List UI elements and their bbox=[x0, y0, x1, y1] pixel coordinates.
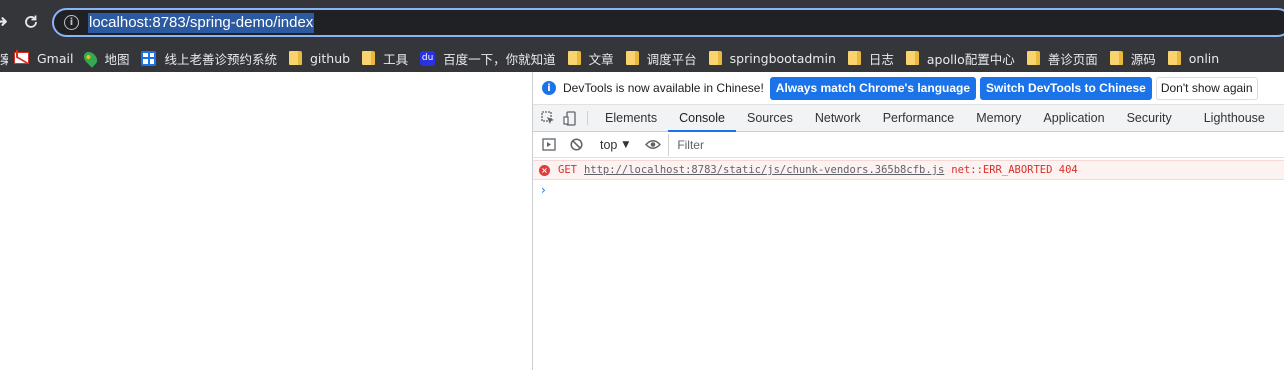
info-icon: i bbox=[542, 81, 556, 95]
context-selector[interactable]: top ▼ bbox=[594, 138, 635, 152]
sidebar-toggle-icon[interactable] bbox=[538, 132, 560, 158]
url-text[interactable]: localhost:8783/spring-demo/index bbox=[88, 12, 315, 33]
baidu-icon: du bbox=[420, 50, 436, 66]
folder-icon bbox=[708, 51, 722, 65]
tab-performance[interactable]: Performance bbox=[872, 105, 966, 131]
bookmark-gmail[interactable]: Gmail bbox=[8, 44, 79, 72]
bookmark-label: 日志 bbox=[868, 51, 894, 67]
error-status: net::ERR_ABORTED 404 bbox=[951, 164, 1078, 176]
folder-icon bbox=[567, 51, 581, 65]
tab-sources[interactable]: Sources bbox=[736, 105, 804, 131]
reload-icon[interactable] bbox=[20, 11, 42, 33]
console-error-message: × GET http://localhost:8783/static/js/ch… bbox=[533, 160, 1284, 180]
bookmark-folder-logs[interactable]: 日志 bbox=[842, 44, 900, 72]
console-toolbar: top ▼ Filter bbox=[533, 132, 1284, 158]
live-expression-eye-icon[interactable] bbox=[642, 132, 664, 158]
tab-elements[interactable]: Elements bbox=[594, 105, 668, 131]
bookmark-label: 地图 bbox=[104, 51, 130, 67]
error-icon: × bbox=[539, 164, 550, 176]
browser-toolbar: ➜ i localhost:8783/spring-demo/index bbox=[0, 0, 1284, 44]
error-url-link[interactable]: http://localhost:8783/static/js/chunk-ve… bbox=[584, 164, 944, 176]
bookmark-label: Gmail bbox=[37, 50, 74, 66]
language-infobar: i DevTools is now available in Chinese! … bbox=[533, 72, 1284, 105]
tab-application[interactable]: Application bbox=[1032, 105, 1115, 131]
bookmark-folder-github[interactable]: github bbox=[283, 44, 356, 72]
folder-icon bbox=[1109, 51, 1123, 65]
error-method: GET bbox=[558, 164, 577, 176]
tab-security[interactable]: Security bbox=[1116, 105, 1183, 131]
folder-icon bbox=[1026, 51, 1040, 65]
folder-icon bbox=[289, 51, 302, 65]
bookmark-label: 调度平台 bbox=[646, 51, 697, 67]
devtools-panel: i DevTools is now available in Chinese! … bbox=[532, 72, 1284, 370]
folder-icon bbox=[1167, 51, 1181, 65]
device-toolbar-icon[interactable] bbox=[559, 105, 581, 131]
bookmark-cut-label[interactable]: 案 bbox=[0, 49, 8, 68]
bookmark-folder-tools[interactable]: 工具 bbox=[356, 44, 414, 72]
forward-icon[interactable]: ➜ bbox=[0, 11, 12, 33]
bookmark-folder-articles[interactable]: 文章 bbox=[562, 44, 620, 72]
divider bbox=[587, 111, 588, 125]
bookmark-folder-pages[interactable]: 善诊页面 bbox=[1021, 44, 1104, 72]
bookmark-folder-apollo[interactable]: apollo配置中心 bbox=[900, 44, 1021, 72]
match-language-button[interactable]: Always match Chrome's language bbox=[769, 76, 977, 100]
bookmark-label: 善诊页面 bbox=[1047, 51, 1098, 67]
inspect-element-icon[interactable] bbox=[537, 105, 559, 131]
grid-icon bbox=[141, 50, 157, 66]
folder-icon bbox=[847, 51, 861, 65]
infobar-message: DevTools is now available in Chinese! bbox=[563, 81, 764, 95]
tab-console[interactable]: Console bbox=[668, 105, 736, 132]
bookmark-label: 源码 bbox=[1130, 51, 1156, 67]
console-prompt[interactable]: › bbox=[533, 180, 1284, 200]
bookmark-maps[interactable]: 地图 bbox=[79, 44, 135, 72]
devtools-tabs: Elements Console Sources Network Perform… bbox=[533, 105, 1284, 132]
folder-icon bbox=[625, 51, 639, 65]
address-bar[interactable]: i localhost:8783/spring-demo/index bbox=[52, 8, 1284, 37]
bookmarks-bar: 案 Gmail 地图 线上老善诊预约系统 github 工具 du 百度一下，你… bbox=[0, 44, 1284, 72]
bookmark-folder-online[interactable]: onlin bbox=[1162, 44, 1225, 72]
folder-icon bbox=[362, 51, 376, 65]
bookmark-folder-scheduler[interactable]: 调度平台 bbox=[620, 44, 703, 72]
bookmark-folder-springbootadmin[interactable]: springbootadmin bbox=[703, 44, 842, 72]
bookmark-label: onlin bbox=[1188, 50, 1220, 66]
bookmark-label: 线上老善诊预约系统 bbox=[164, 51, 277, 67]
bookmark-folder-source[interactable]: 源码 bbox=[1104, 44, 1162, 72]
console-filter-input[interactable]: Filter bbox=[668, 133, 1284, 156]
bookmark-label: github bbox=[310, 50, 351, 66]
folder-icon bbox=[905, 51, 919, 65]
prompt-chevron-icon: › bbox=[541, 183, 546, 197]
bookmark-booking-system[interactable]: 线上老善诊预约系统 bbox=[135, 44, 283, 72]
info-icon[interactable]: i bbox=[64, 15, 79, 30]
gmail-icon bbox=[14, 52, 29, 64]
bookmark-baidu[interactable]: du 百度一下，你就知道 bbox=[414, 44, 562, 72]
tab-memory[interactable]: Memory bbox=[965, 105, 1032, 131]
context-label: top bbox=[600, 137, 618, 152]
bookmark-label: springbootadmin bbox=[729, 50, 836, 66]
caret-down-icon: ▼ bbox=[622, 139, 630, 150]
tab-lighthouse[interactable]: Lighthouse bbox=[1193, 105, 1276, 131]
bookmark-label: 文章 bbox=[588, 51, 614, 67]
page-viewport bbox=[0, 72, 532, 370]
switch-language-button[interactable]: Switch DevTools to Chinese bbox=[980, 76, 1152, 100]
maps-icon bbox=[81, 48, 101, 68]
dont-show-again-button[interactable]: Don't show again bbox=[1155, 76, 1258, 100]
bookmark-label: 工具 bbox=[383, 51, 409, 67]
tab-network[interactable]: Network bbox=[804, 105, 872, 131]
bookmark-label: apollo配置中心 bbox=[926, 51, 1015, 67]
clear-console-icon[interactable] bbox=[565, 132, 587, 158]
bookmark-label: 百度一下，你就知道 bbox=[443, 51, 556, 67]
